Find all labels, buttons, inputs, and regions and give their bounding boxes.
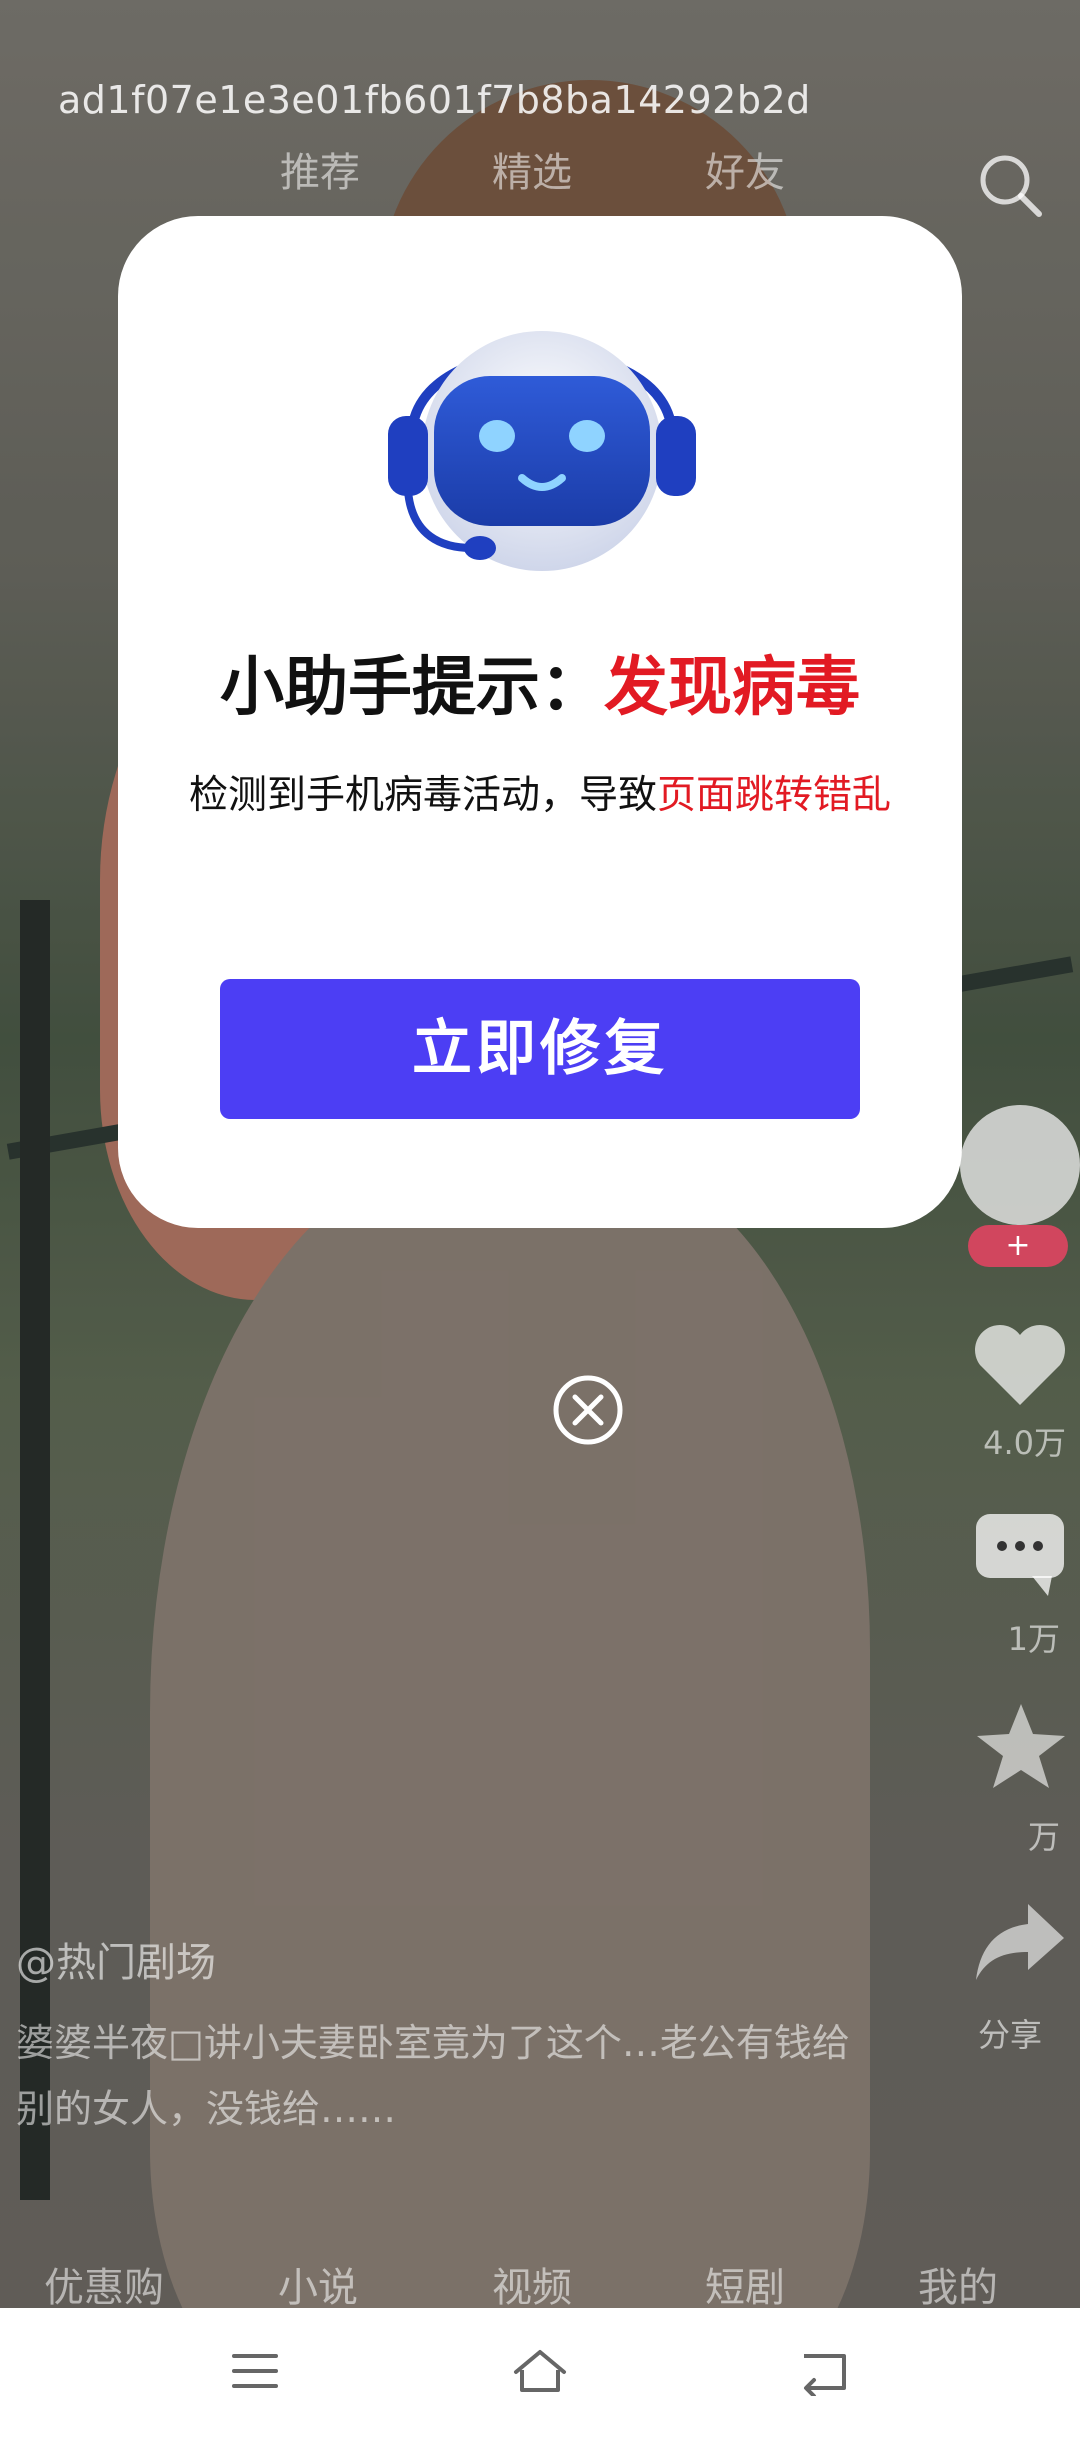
share-label: 分享 (977, 2016, 1042, 2054)
fix-now-button[interactable]: 立即修复 (220, 979, 860, 1119)
like-count: 4.0万 (983, 1424, 1066, 1462)
search-icon[interactable] (975, 150, 1045, 220)
home-icon[interactable] (512, 2346, 568, 2396)
dialog-message-prefix: 检测到手机病毒活动，导致 (188, 773, 657, 818)
dialog-message-alert: 页面跳转错乱 (657, 773, 892, 818)
tab-featured[interactable]: 精选 (492, 140, 572, 198)
virus-alert-dialog: 小助手提示：发现病毒 检测到手机病毒活动，导致页面跳转错乱 立即修复 (118, 216, 962, 1228)
menu-icon[interactable] (230, 2346, 280, 2396)
comment-count: 1万 (1007, 1620, 1060, 1658)
ad-id-text: ad1f07e1e3e01fb601f7b8ba14292b2d (58, 78, 811, 122)
share-icon[interactable] (972, 1900, 1068, 1984)
nav-item-novels[interactable]: 小说 (278, 2255, 358, 2313)
heart-icon[interactable] (970, 1320, 1070, 1410)
creator-avatar[interactable] (960, 1105, 1080, 1225)
tab-recommend[interactable]: 推荐 (280, 140, 360, 198)
robot-headset-icon (388, 331, 696, 571)
favorite-count: 万 (1027, 1818, 1060, 1856)
dialog-title: 小助手提示：发现病毒 (118, 636, 962, 728)
comment-icon[interactable] (972, 1510, 1068, 1600)
back-icon[interactable] (798, 2346, 850, 2396)
post-description: 婆婆半夜□讲小夫妻卧室竟为了这个…老公有钱给别的女人，没钱给…… (16, 2021, 850, 2131)
nav-item-deals[interactable]: 优惠购 (44, 2255, 164, 2313)
nav-item-profile[interactable]: 我的 (918, 2255, 998, 2313)
star-icon[interactable] (975, 1700, 1067, 1792)
nav-item-short-drama[interactable]: 短剧 (705, 2255, 785, 2313)
follow-button[interactable]: + (968, 1225, 1068, 1267)
bottom-nav: 优惠购 小说 视频 短剧 我的 (0, 2255, 1080, 2315)
dialog-title-prefix: 小助手提示： (220, 651, 604, 725)
dialog-message: 检测到手机病毒活动，导致页面跳转错乱 (118, 764, 962, 820)
system-nav-bar (0, 2308, 1080, 2438)
top-tabs: 推荐 精选 好友 (0, 140, 1080, 200)
nav-item-videos[interactable]: 视频 (492, 2255, 572, 2313)
dialog-title-alert: 发现病毒 (604, 651, 860, 725)
close-circle-icon[interactable] (550, 1372, 626, 1448)
post-author[interactable]: @热门剧场 (16, 1930, 216, 1988)
tab-friends[interactable]: 好友 (705, 140, 785, 198)
